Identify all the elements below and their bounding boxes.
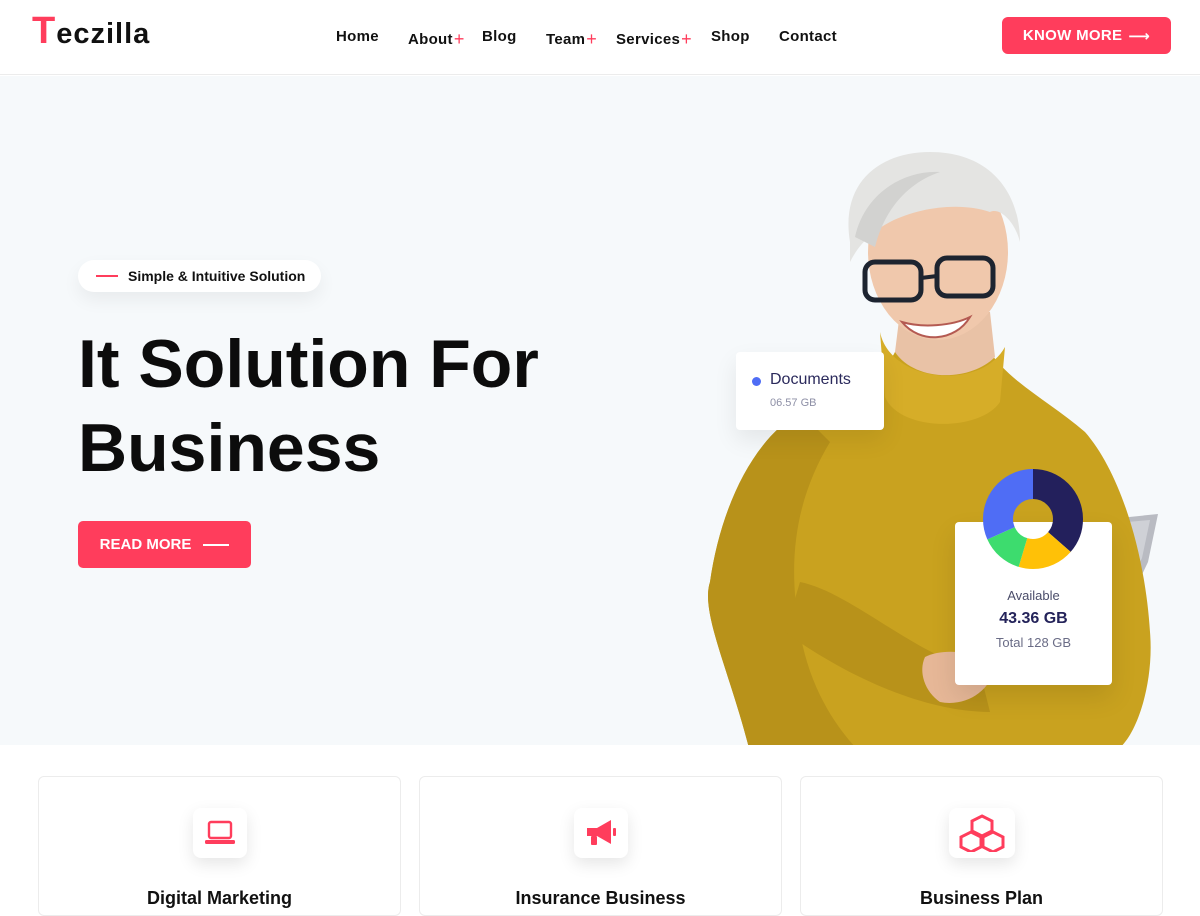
documents-size: 06.57 GB — [770, 397, 817, 409]
megaphone-icon — [587, 820, 616, 845]
logo[interactable]: Teczilla — [32, 10, 150, 53]
available-amount: 43.36 GB — [999, 610, 1068, 627]
tagline-text: Simple & Intuitive Solution — [128, 268, 306, 284]
know-more-label: KNOW MORE — [1022, 27, 1123, 44]
nav-about[interactable]: About+ — [408, 28, 465, 49]
nav-services-label: Services — [616, 31, 681, 48]
service-card-insurance-business[interactable]: Insurance Business — [419, 776, 782, 916]
nav-contact-label: Contact — [779, 28, 837, 45]
nav-about-label: About — [408, 31, 453, 48]
nav-shop[interactable]: Shop — [711, 28, 750, 45]
total-label: Total 128 GB — [995, 635, 1072, 650]
nav-blog-label: Blog — [482, 28, 517, 45]
hero-title: It Solution For Business — [78, 322, 638, 490]
plus-icon: + — [453, 29, 465, 49]
nav-team[interactable]: Team+ — [546, 28, 597, 49]
nav-contact[interactable]: Contact — [779, 28, 837, 45]
service-card-business-plan[interactable]: Business Plan — [800, 776, 1163, 916]
nav-shop-label: Shop — [711, 28, 750, 45]
hero-section: Simple & Intuitive Solution It Solution … — [0, 76, 1200, 745]
icon-box — [193, 808, 247, 858]
plus-icon: + — [681, 29, 692, 49]
documents-label: Documents — [770, 371, 851, 388]
nav-home[interactable]: Home — [336, 28, 379, 45]
hero-title-line-1: It Solution For — [78, 326, 539, 402]
service-title: Insurance Business — [515, 888, 686, 908]
documents-card: Documents 06.57 GB — [736, 352, 884, 430]
icon-box — [574, 808, 628, 858]
storage-donut-chart — [983, 469, 1083, 569]
dash-icon — [203, 543, 230, 546]
nav-home-label: Home — [336, 28, 379, 45]
dash-icon — [96, 275, 118, 277]
site-header: Teczilla Home About+ Blog Team+ Services… — [0, 0, 1200, 75]
service-title: Business Plan — [919, 888, 1044, 908]
logo-initial: T — [32, 10, 57, 52]
hero-tagline: Simple & Intuitive Solution — [78, 260, 322, 292]
read-more-button[interactable]: READ MORE — [78, 521, 251, 568]
read-more-label: READ MORE — [99, 536, 192, 553]
service-title: Digital Marketing — [146, 888, 293, 908]
nav-blog[interactable]: Blog — [482, 28, 517, 45]
boxes-icon — [959, 814, 1005, 852]
plus-icon: + — [586, 29, 598, 49]
nav-team-label: Team — [546, 31, 586, 48]
bullet-icon — [752, 377, 761, 386]
available-label: Available — [1007, 588, 1060, 603]
hero-title-line-2: Business — [78, 410, 381, 486]
icon-box — [949, 808, 1015, 858]
arrow-right-icon: ⟶ — [1128, 27, 1151, 45]
nav-services[interactable]: Services+ — [616, 28, 692, 49]
logo-text: eczilla — [56, 18, 151, 50]
know-more-button[interactable]: KNOW MORE ⟶ — [1002, 17, 1171, 54]
laptop-icon — [205, 820, 235, 844]
service-card-digital-marketing[interactable]: Digital Marketing — [38, 776, 401, 916]
